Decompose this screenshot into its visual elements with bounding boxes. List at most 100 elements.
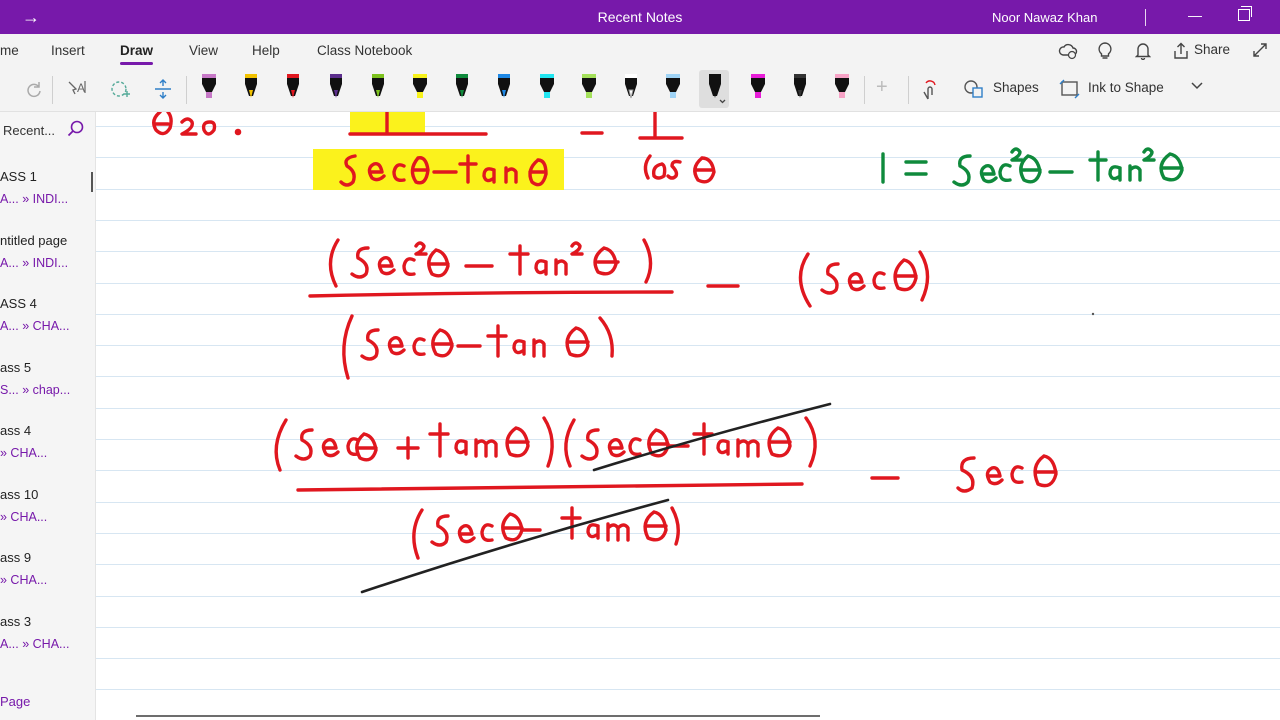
ink-paren-close [918, 250, 930, 302]
sidebar-page-item[interactable]: ass 4 » CHA... [0, 423, 96, 483]
recent-notes-sidebar: Recent... ASS 1 A... » INDI... ntitled pag… [0, 112, 96, 720]
highlighter-icon [835, 74, 849, 98]
pen-1[interactable] [235, 70, 265, 108]
pen-icon [456, 74, 469, 98]
pen-6[interactable] [446, 70, 476, 108]
tab-view[interactable]: View [189, 43, 218, 58]
ink-to-shape-button[interactable]: Ink to Shape [1088, 80, 1164, 95]
ink-paren-open [328, 238, 340, 288]
ink-paren-open [564, 418, 576, 468]
tab-insert[interactable]: Insert [51, 43, 85, 58]
add-pen-icon[interactable]: + [876, 76, 888, 99]
ink-s [820, 262, 840, 295]
ink-theta [501, 512, 524, 542]
pen-icon [625, 74, 637, 99]
sync-cloud-icon[interactable] [1058, 42, 1078, 65]
ink-e [979, 163, 998, 184]
ink-replay-icon[interactable] [920, 79, 940, 106]
ink-t [486, 324, 508, 358]
ink-e [847, 271, 866, 292]
highlighter-pen-0[interactable] [193, 70, 223, 108]
tab-help[interactable]: Help [252, 43, 280, 58]
redo-icon[interactable] [24, 78, 44, 103]
page-location: A... » INDI... [0, 192, 69, 206]
chevron-down-icon[interactable] [1190, 78, 1204, 97]
page-location: » CHA... [0, 446, 48, 460]
horizontal-scrollbar[interactable] [136, 715, 820, 717]
search-icon[interactable] [67, 120, 85, 143]
ink-t [1088, 150, 1108, 182]
tab-home[interactable]: me [0, 43, 19, 58]
add-page-button[interactable]: Page [0, 694, 30, 709]
sidebar-page-item[interactable]: ntitled page A... » INDI... [0, 233, 96, 293]
minimize-icon[interactable]: — [1188, 7, 1202, 23]
bell-icon[interactable] [1134, 42, 1152, 65]
add-space-icon[interactable] [152, 78, 174, 105]
page-location: S... » chap... [0, 382, 71, 397]
pen-7[interactable] [488, 70, 518, 108]
ink-e [607, 437, 626, 458]
ink-paren-open [274, 418, 288, 472]
sidebar-page-item[interactable]: ass 10 » CHA... [0, 487, 96, 547]
lightbulb-icon[interactable] [1097, 42, 1113, 65]
ink-theta [355, 432, 378, 462]
pen-icon [793, 74, 806, 98]
pen-4[interactable] [362, 70, 392, 108]
toolbar-separator [52, 76, 53, 104]
ink-s [360, 328, 380, 361]
ink-a [454, 439, 468, 456]
sidebar-page-item[interactable]: ASS 1 A... » INDI... [0, 169, 96, 229]
expand-icon[interactable] [1252, 42, 1268, 63]
ink-e [985, 465, 1004, 486]
ink-paren-close [670, 506, 680, 546]
shapes-button[interactable]: Shapes [993, 80, 1039, 95]
restore-icon[interactable] [1238, 6, 1252, 21]
pen-icon [287, 74, 300, 98]
user-name[interactable]: Noor Nawaz Khan [992, 10, 1098, 25]
page-name: ass 10 [0, 486, 39, 502]
lasso-type-icon[interactable]: A [66, 78, 90, 105]
pen-3[interactable] [320, 70, 350, 108]
sidebar-page-item[interactable]: ass 9 » CHA... [0, 550, 96, 610]
page-name: ASS 1 [0, 169, 37, 184]
highlighter-icon [581, 74, 596, 98]
tab-draw[interactable]: Draw [120, 43, 154, 65]
tab-class-notebook[interactable]: Class Notebook [317, 43, 412, 58]
ink-theta [643, 510, 668, 542]
ink-s [580, 428, 600, 461]
ink-paren-open [412, 508, 424, 560]
highlighter-pen-9[interactable] [573, 70, 603, 108]
sidebar-scrollbar[interactable] [91, 172, 93, 192]
ink-dot [1091, 312, 1095, 316]
ink-dot [234, 128, 242, 136]
ink-strike-line [360, 498, 670, 594]
ink-n [554, 258, 568, 276]
ink-theta [767, 426, 792, 458]
ink-to-shape-icon[interactable] [1059, 79, 1081, 104]
pen-12[interactable] [699, 70, 730, 108]
highlighter-pen-13[interactable] [742, 70, 772, 108]
sidebar-page-item[interactable]: ASS 4 A... » CHA... [0, 296, 96, 356]
ink-paren-close [542, 416, 554, 468]
toolbar-separator [864, 76, 865, 104]
lasso-select-icon[interactable] [108, 78, 132, 105]
ink-cos [643, 154, 682, 180]
highlighter-pen-15[interactable] [826, 70, 856, 108]
ink-e [387, 335, 406, 356]
pen-10[interactable] [615, 70, 645, 108]
share-icon[interactable] [1173, 42, 1189, 65]
note-canvas[interactable] [96, 112, 1280, 720]
sidebar-page-item[interactable]: ass 3 A... » CHA... [0, 614, 96, 674]
pen-14[interactable] [784, 70, 814, 108]
ink-theta [152, 112, 173, 136]
share-button[interactable]: Share [1194, 42, 1230, 57]
pen-2[interactable] [277, 70, 307, 108]
page-name: ntitled page [0, 232, 68, 248]
highlighter-pen-11[interactable] [657, 70, 687, 108]
shapes-icon[interactable] [963, 79, 985, 104]
highlighter-pen-8[interactable] [531, 70, 561, 108]
ink-a [716, 439, 730, 456]
sidebar-title[interactable]: Recent... [3, 123, 55, 138]
sidebar-page-item[interactable]: ass 5 S... » chap... [0, 360, 96, 420]
highlighter-pen-5[interactable] [404, 70, 434, 108]
